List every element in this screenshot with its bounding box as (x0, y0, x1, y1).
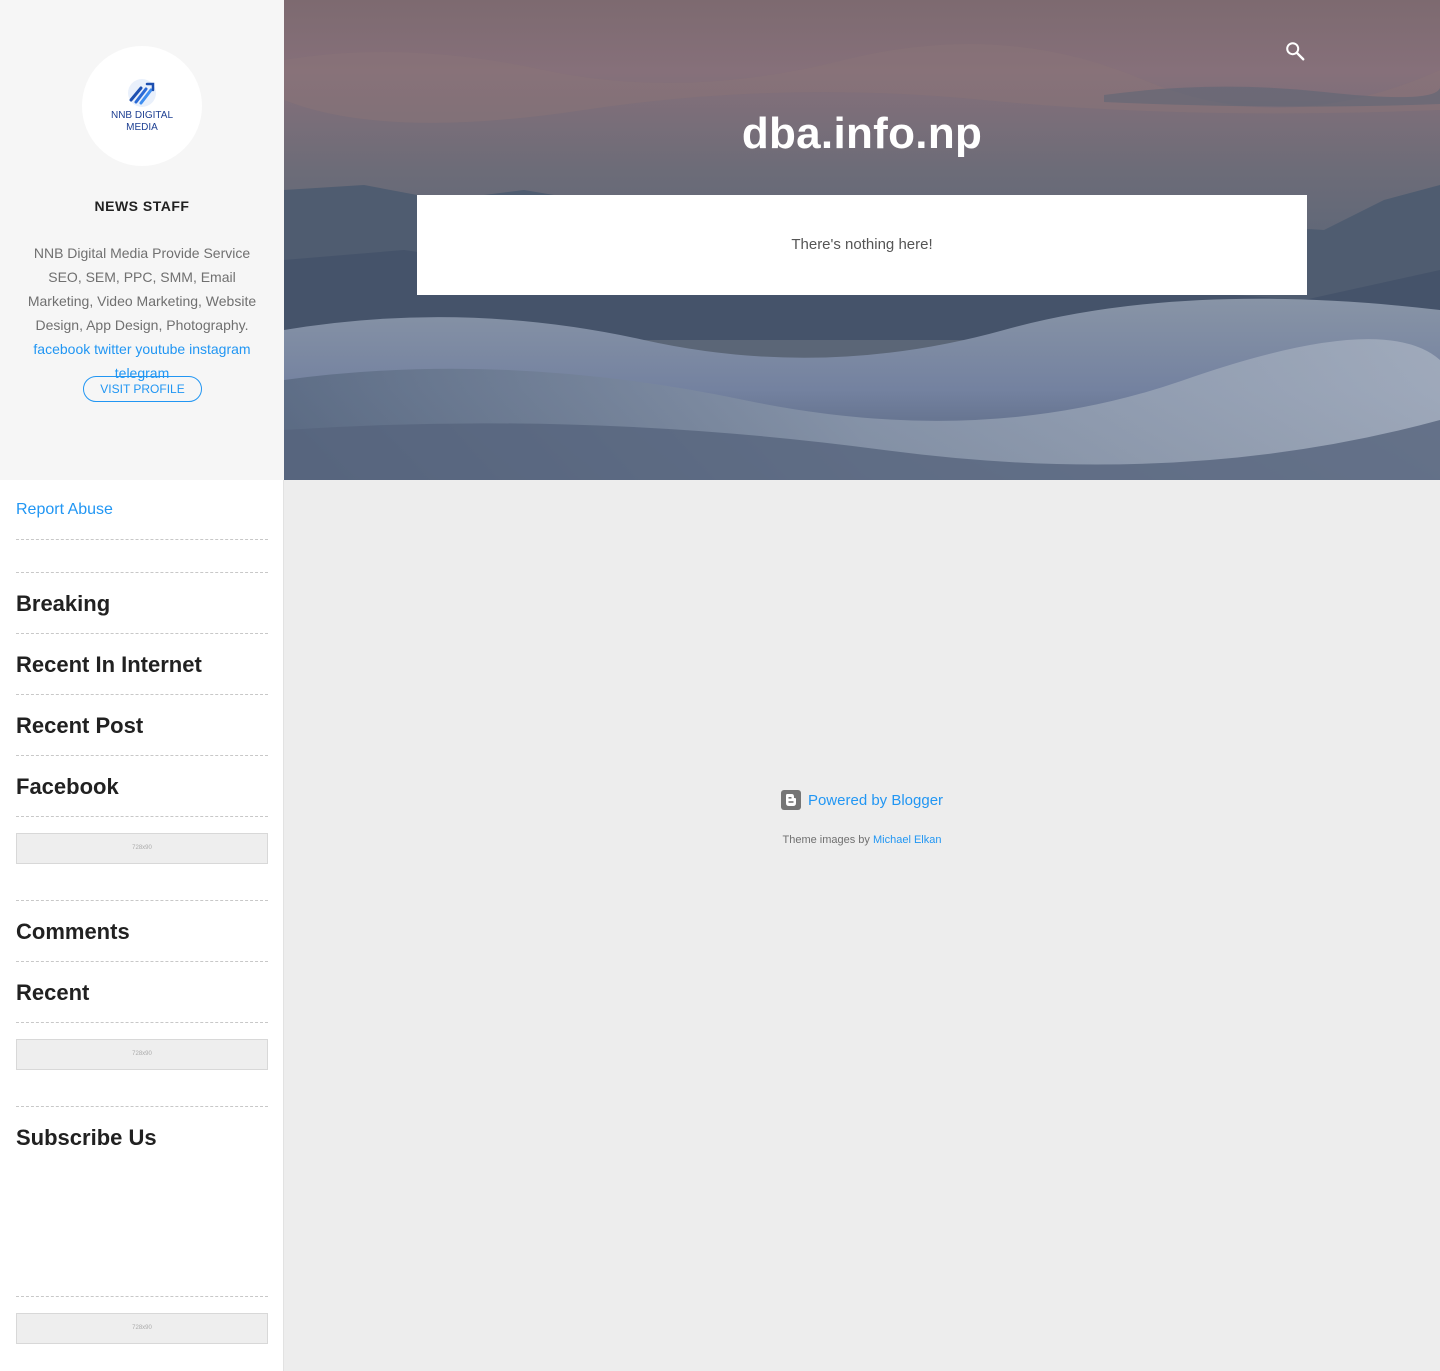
instagram-link[interactable]: instagram (189, 341, 250, 357)
widget-title-comments: Comments (16, 901, 268, 962)
facebook-link[interactable]: facebook (33, 341, 90, 357)
blog-title[interactable]: dba.info.np (284, 109, 1440, 159)
blogger-icon (780, 790, 801, 810)
profile-description-text: NNB Digital Media Provide Service SEO, S… (27, 245, 257, 333)
header-hero: dba.info.np There's nothing here! (284, 0, 1440, 480)
sidebar-widgets: Report Abuse Breaking Recent In Internet… (16, 480, 268, 1344)
report-abuse-link[interactable]: Report Abuse (16, 480, 268, 540)
nnb-logo-icon (128, 79, 156, 107)
profile-section: NNB DIGITAL MEDIA NEWS STAFF NNB Digital… (0, 0, 284, 480)
ad-banner[interactable]: 728x90 (16, 1313, 268, 1344)
empty-posts-card: There's nothing here! (417, 195, 1307, 295)
subscribe-widget: Subscribe Us (16, 1107, 268, 1297)
ad-widget: 728x90 (16, 833, 268, 901)
profile-description: NNB Digital Media Provide Service SEO, S… (16, 241, 268, 385)
visit-profile-button[interactable]: VISIT PROFILE (83, 376, 202, 402)
profile-name: NEWS STAFF (94, 198, 190, 214)
widget-title-subscribe: Subscribe Us (16, 1125, 157, 1150)
sidebar: NNB DIGITAL MEDIA NEWS STAFF NNB Digital… (0, 0, 284, 1371)
avatar[interactable]: NNB DIGITAL MEDIA (82, 46, 202, 166)
ad-widget: 728x90 (16, 1039, 268, 1107)
ad-banner[interactable]: 728x90 (16, 1039, 268, 1070)
twitter-link[interactable]: twitter (94, 341, 131, 357)
theme-author-link[interactable]: Michael Elkan (873, 834, 941, 846)
widget-divider (16, 540, 268, 573)
youtube-link[interactable]: youtube (135, 341, 185, 357)
powered-by-blogger-link[interactable]: Powered by Blogger (780, 790, 944, 810)
theme-credit: Theme images by Michael Elkan (284, 834, 1440, 846)
widget-title-recent: Recent (16, 962, 268, 1023)
empty-message: There's nothing here! (791, 236, 933, 253)
widget-title-facebook: Facebook (16, 756, 268, 817)
widget-title-recent-internet: Recent In Internet (16, 634, 268, 695)
widget-title-breaking: Breaking (16, 573, 268, 634)
ad-banner[interactable]: 728x90 (16, 833, 268, 864)
search-icon[interactable] (1284, 40, 1306, 62)
widget-title-recent-post: Recent Post (16, 695, 268, 756)
footer: Powered by Blogger Theme images by Micha… (284, 790, 1440, 846)
powered-by-label: Powered by Blogger (807, 791, 944, 809)
avatar-label: NNB DIGITAL MEDIA (110, 110, 174, 133)
theme-credit-prefix: Theme images by (782, 834, 870, 846)
